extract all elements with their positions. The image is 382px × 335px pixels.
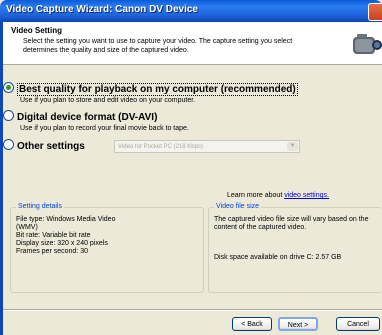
wizard-header: Video Setting Select the setting you wan… xyxy=(3,22,382,65)
video-settings-link[interactable]: video settings. xyxy=(284,192,329,199)
title-bar: Video Capture Wizard: Canon DV Device xyxy=(0,0,382,22)
page-title: Video Setting xyxy=(11,26,62,35)
video-file-size-group: Video file size The captured video file … xyxy=(208,203,382,293)
window-title: Video Capture Wizard: Canon DV Device xyxy=(6,4,198,15)
detail-line: Frames per second: 30 xyxy=(16,248,88,255)
setting-details-body: File type: Windows Media Video (WMV) Bit… xyxy=(16,216,115,256)
video-file-size-text: The captured video file size will vary b… xyxy=(214,216,369,231)
option-dv-avi-label[interactable]: Digital device format (DV-AVI) xyxy=(17,112,157,123)
cancel-button[interactable]: Cancel xyxy=(336,317,380,331)
option-best-quality-label[interactable]: Best quality for playback on my computer… xyxy=(17,83,298,96)
other-settings-select-value: Video for Pocket PC (218 Kbps) xyxy=(118,144,203,150)
other-settings-select: Video for Pocket PC (218 Kbps) ▼ xyxy=(114,140,300,153)
detail-line: File type: Windows Media Video xyxy=(16,216,116,223)
video-file-size-legend: Video file size xyxy=(214,203,262,210)
option-best-quality-description: Use if you plan to store and edit video … xyxy=(20,97,196,104)
radio-dv-avi[interactable] xyxy=(3,110,14,121)
option-other-settings[interactable]: Other settings xyxy=(3,139,85,152)
option-best-quality[interactable]: Best quality for playback on my computer… xyxy=(3,82,298,96)
window-frame xyxy=(0,22,3,335)
next-button[interactable]: Next > xyxy=(278,317,318,331)
detail-line: (WMV) xyxy=(16,224,38,231)
setting-details-group: Setting details File type: Windows Media… xyxy=(10,203,204,293)
learn-more: Learn more about video settings. xyxy=(227,192,329,199)
setting-details-legend: Setting details xyxy=(16,203,64,210)
button-divider xyxy=(3,309,382,311)
camcorder-icon xyxy=(353,34,382,54)
option-other-settings-label[interactable]: Other settings xyxy=(17,141,85,152)
chevron-down-icon: ▼ xyxy=(287,142,298,151)
close-button[interactable] xyxy=(368,3,382,21)
disk-space-text: Disk space available on drive C: 2.57 GB xyxy=(214,254,342,261)
back-button[interactable]: < Back xyxy=(232,317,272,331)
option-dv-avi[interactable]: Digital device format (DV-AVI) xyxy=(3,110,157,123)
learn-more-text: Learn more about xyxy=(227,192,285,199)
page-description: Select the setting you want to use to ca… xyxy=(23,38,293,54)
radio-best-quality[interactable] xyxy=(3,82,14,93)
radio-other-settings[interactable] xyxy=(3,139,14,150)
detail-line: Display size: 320 x 240 pixels xyxy=(16,240,108,247)
option-dv-avi-description: Use if you plan to record your final mov… xyxy=(20,125,189,132)
detail-line: Bit rate: Variable bit rate xyxy=(16,232,91,239)
